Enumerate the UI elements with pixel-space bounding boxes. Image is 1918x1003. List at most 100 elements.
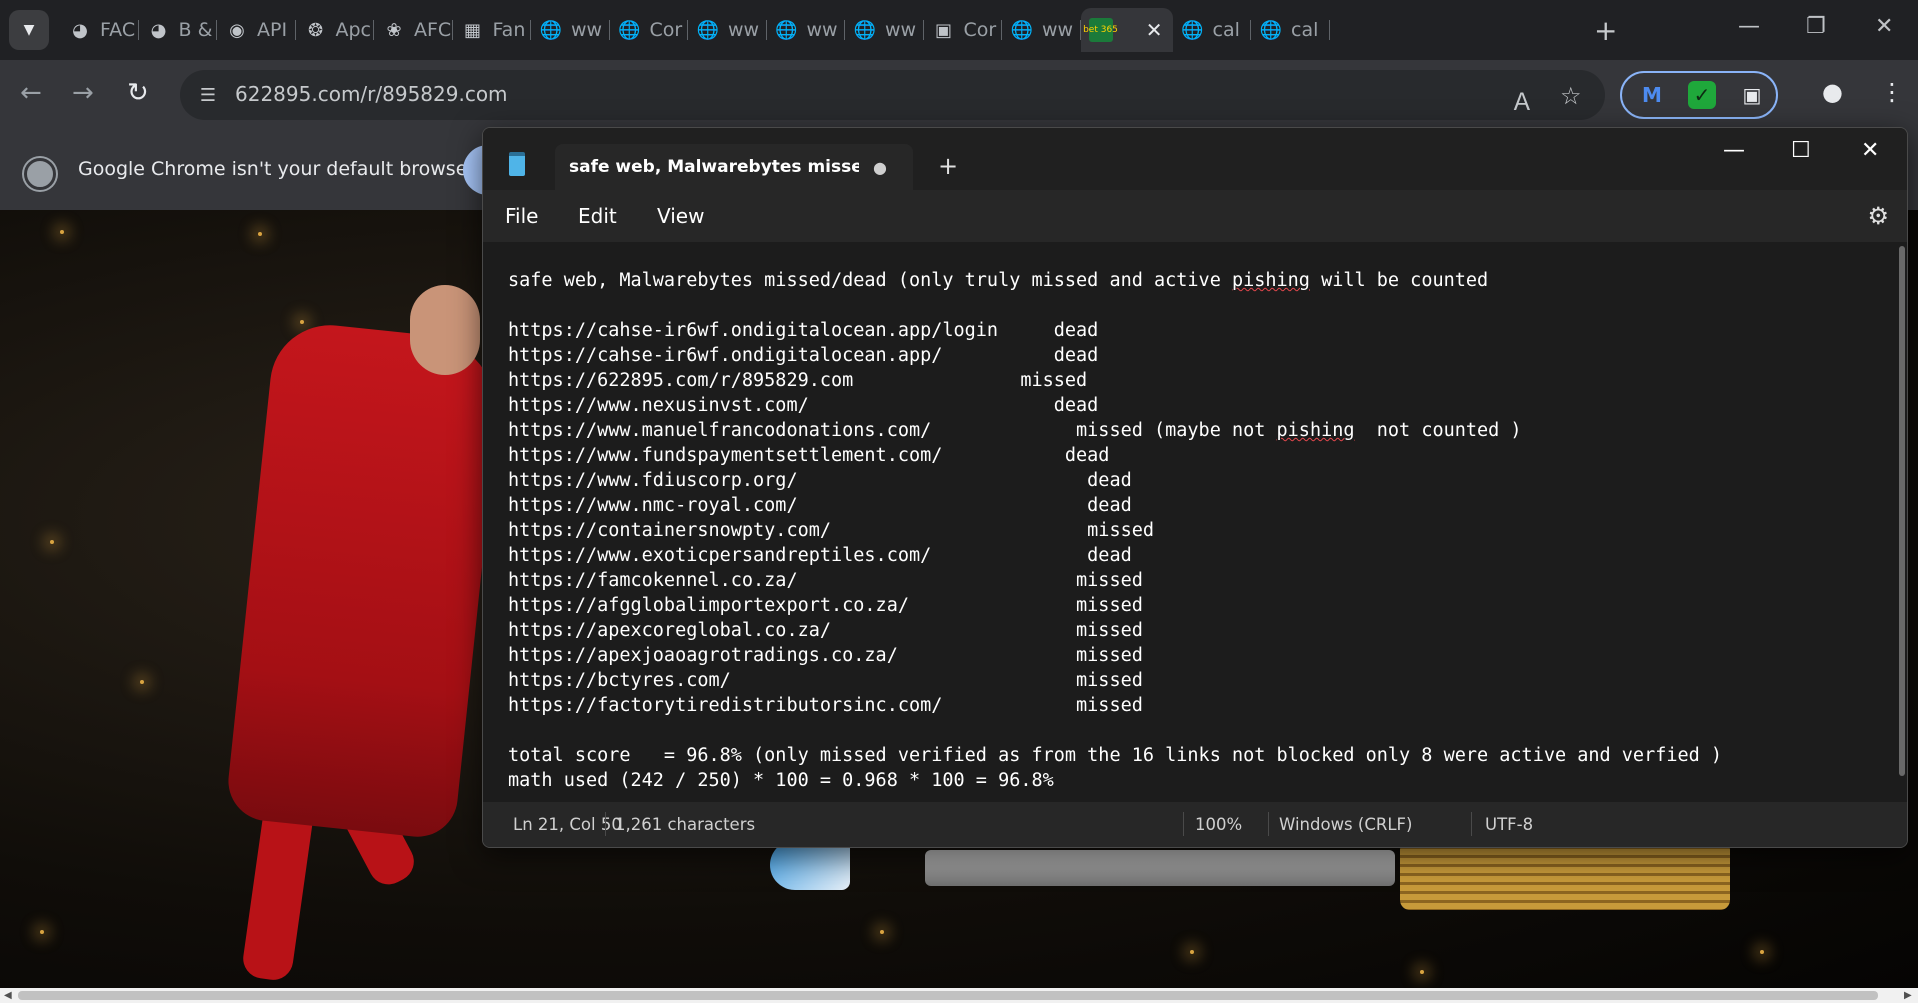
browser-tab[interactable]: 🌐 cal xyxy=(1251,8,1330,52)
tab-label: Apc xyxy=(335,19,372,41)
zoom-level[interactable]: 100% xyxy=(1195,815,1242,834)
unsaved-dot-icon[interactable]: ● xyxy=(873,158,887,177)
text-line[interactable]: https://www.fdiuscorp.org/ dead xyxy=(508,468,1722,493)
settings-gear-icon[interactable]: ⚙ xyxy=(1867,202,1889,230)
browser-tab[interactable]: 🌐 cal xyxy=(1173,8,1251,52)
globe-icon: 🌐 xyxy=(539,19,563,41)
encoding[interactable]: UTF-8 xyxy=(1485,815,1533,834)
tab-label: FAC xyxy=(100,19,136,41)
text-line[interactable]: https://www.nexusinvst.com/ dead xyxy=(508,393,1722,418)
notepad-menubar: File Edit View ⚙ xyxy=(483,190,1907,242)
menu-edit[interactable]: Edit xyxy=(578,204,617,228)
bookmark-star-icon[interactable]: ☆ xyxy=(1560,82,1582,110)
extensions-group: M ✓ ▣ xyxy=(1620,71,1778,119)
api-logo-icon: ◉ xyxy=(229,19,245,41)
text-line[interactable] xyxy=(508,293,1722,318)
close-window-icon[interactable]: ✕ xyxy=(1875,14,1893,39)
browser-tab[interactable]: ▣ Cor xyxy=(924,8,1002,52)
football-player-image xyxy=(224,319,506,841)
tab-label: ww xyxy=(885,19,917,41)
bet365-icon: bet 365 xyxy=(1083,18,1118,42)
text-line[interactable]: math used (242 / 250) * 100 = 0.968 * 10… xyxy=(508,768,1722,793)
browser-tab[interactable]: 🌐 ww xyxy=(531,8,610,52)
notepad-close-icon[interactable]: ✕ xyxy=(1861,138,1879,163)
puzzle-extensions-icon[interactable]: ▣ xyxy=(1738,81,1766,109)
text-line[interactable]: safe web, Malwarebytes missed/dead (only… xyxy=(508,268,1722,293)
chrome-logo-icon xyxy=(24,158,56,190)
browser-tab[interactable]: ❂ Apc xyxy=(296,8,374,52)
browser-tab[interactable]: 🌐 ww xyxy=(845,8,924,52)
text-line[interactable]: https://apexjoaoagrotradings.co.za/ miss… xyxy=(508,643,1722,668)
browser-tab[interactable]: ▦ Fan xyxy=(453,8,531,52)
tab-label: Cor xyxy=(649,19,683,41)
scroll-right-icon[interactable]: ▶ xyxy=(1904,988,1912,1003)
document-text[interactable]: safe web, Malwarebytes missed/dead (only… xyxy=(508,268,1722,793)
checkmark-extension-icon[interactable]: ✓ xyxy=(1688,81,1716,109)
tab-label: ww xyxy=(571,19,603,41)
browser-tab[interactable]: 🌐 Cor xyxy=(610,8,688,52)
browser-tab[interactable]: ◕ B & xyxy=(139,8,217,52)
browser-tab[interactable]: ◕ FAC xyxy=(60,8,139,52)
globe-icon: 🌐 xyxy=(1259,19,1283,41)
notepad-new-tab-button[interactable]: + xyxy=(938,152,958,180)
restore-icon[interactable]: ❐ xyxy=(1806,14,1826,39)
tab-label: ww xyxy=(806,19,838,41)
character-count: 1,261 characters xyxy=(615,815,756,834)
page-horizontal-scrollbar[interactable]: ◀ ▶ xyxy=(0,988,1918,1003)
browser-tab[interactable]: 🌐 ww xyxy=(688,8,767,52)
performance-icon: ◕ xyxy=(150,19,167,41)
text-line[interactable]: https://apexcoreglobal.co.za/ missed xyxy=(508,618,1722,643)
text-line[interactable] xyxy=(508,718,1722,743)
notepad-minimize-icon[interactable]: — xyxy=(1723,138,1745,163)
text-line[interactable]: https://cahse-ir6wf.ondigitalocean.app/ … xyxy=(508,343,1722,368)
menu-view[interactable]: View xyxy=(657,204,704,228)
text-line[interactable]: https://cahse-ir6wf.ondigitalocean.app/l… xyxy=(508,318,1722,343)
text-line[interactable]: https://622895.com/r/895829.com missed xyxy=(508,368,1722,393)
text-line[interactable]: total score = 96.8% (only missed verifie… xyxy=(508,743,1722,768)
editor-vertical-scrollbar[interactable] xyxy=(1899,246,1905,776)
text-line[interactable]: https://bctyres.com/ missed xyxy=(508,668,1722,693)
malwarebytes-icon[interactable]: M xyxy=(1638,81,1666,109)
text-editor[interactable]: safe web, Malwarebytes missed/dead (only… xyxy=(483,242,1907,802)
notepad-maximize-icon[interactable]: ☐ xyxy=(1791,138,1811,163)
text-line[interactable]: https://factorytiredistributorsinc.com/ … xyxy=(508,693,1722,718)
tab-label: ww xyxy=(728,19,760,41)
gold-coins-image xyxy=(1400,840,1730,910)
infobar-message: Google Chrome isn't your default browser xyxy=(78,158,476,180)
text-line[interactable]: https://afgglobalimportexport.co.za/ mis… xyxy=(508,593,1722,618)
text-line[interactable]: https://famcokennel.co.za/ missed xyxy=(508,568,1722,593)
notepad-tab[interactable]: safe web, Malwarebytes misseddead ● xyxy=(555,144,913,190)
browser-tab[interactable]: ◉ API xyxy=(217,8,296,52)
scroll-left-icon[interactable]: ◀ xyxy=(4,988,12,1003)
text-line[interactable]: https://www.manuelfrancodonations.com/ m… xyxy=(508,418,1722,443)
reload-icon[interactable]: ↻ xyxy=(127,78,149,108)
site-info-icon[interactable]: ☰ xyxy=(194,81,222,109)
line-ending[interactable]: Windows (CRLF) xyxy=(1279,815,1412,834)
browser-tab[interactable]: 🌐 ww xyxy=(767,8,845,52)
text-line[interactable]: https://www.exoticpersandreptiles.com/ d… xyxy=(508,543,1722,568)
profile-icon[interactable]: ● xyxy=(1822,78,1843,106)
browser-tab[interactable]: ❀ AFC xyxy=(374,8,453,52)
new-tab-button[interactable]: + xyxy=(1594,14,1617,47)
fan-logo-icon: ▦ xyxy=(463,19,481,41)
text-line[interactable]: https://containersnowpty.com/ missed xyxy=(508,518,1722,543)
forward-icon[interactable]: → xyxy=(72,78,94,108)
globe-icon: 🌐 xyxy=(775,19,798,41)
browser-tab[interactable]: 🌐 ww xyxy=(1002,8,1081,52)
menu-dots-icon[interactable]: ⋮ xyxy=(1880,78,1904,106)
text-line[interactable]: https://www.nmc-royal.com/ dead xyxy=(508,493,1722,518)
browser-tab[interactable]: bet 365 ✕ xyxy=(1080,8,1173,52)
tab-search-button[interactable]: ▼ xyxy=(9,10,49,50)
url-text[interactable]: 622895.com/r/895829.com xyxy=(235,82,508,106)
close-tab-icon[interactable]: ✕ xyxy=(1146,18,1163,42)
cube-icon: ▣ xyxy=(934,19,952,41)
menu-file[interactable]: File xyxy=(505,204,538,228)
address-bar[interactable]: ☰ 622895.com/r/895829.com Ａ ☆ xyxy=(180,70,1605,120)
back-icon[interactable]: ← xyxy=(20,78,42,108)
text-line[interactable]: https://www.fundspaymentsettlement.com/ … xyxy=(508,443,1722,468)
globe-icon: 🌐 xyxy=(618,19,641,41)
notepad-statusbar: Ln 21, Col 50 1,261 characters 100% Wind… xyxy=(483,802,1907,847)
translate-icon[interactable]: Ａ xyxy=(1510,82,1534,117)
notepad-titlebar: safe web, Malwarebytes misseddead ● + — … xyxy=(483,128,1907,190)
minimize-icon[interactable]: — xyxy=(1738,14,1760,39)
